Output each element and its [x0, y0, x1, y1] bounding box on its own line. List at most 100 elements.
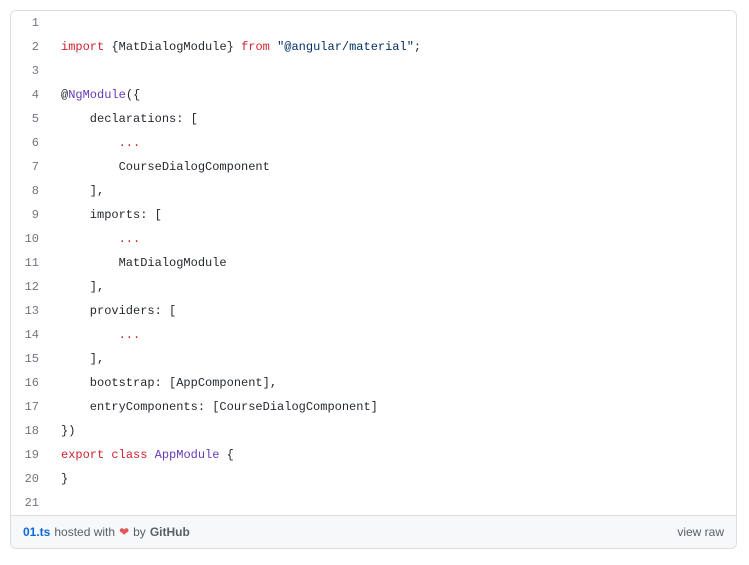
gist-container: 12import {MatDialogModule} from "@angula… [10, 10, 737, 549]
code-token [61, 136, 119, 150]
code-token: } [61, 472, 68, 486]
hosted-text: hosted with [54, 525, 115, 539]
line-number[interactable]: 7 [11, 155, 49, 179]
code-line: 14 ... [11, 323, 736, 347]
code-line: 1 [11, 11, 736, 35]
line-content: ], [49, 179, 104, 203]
line-number[interactable]: 13 [11, 299, 49, 323]
code-token [61, 328, 119, 342]
line-content: MatDialogModule [49, 251, 227, 275]
heart-icon: ❤ [119, 525, 129, 539]
line-content: @NgModule({ [49, 83, 140, 107]
code-token: ; [414, 40, 421, 54]
line-content: ], [49, 347, 104, 371]
line-number[interactable]: 3 [11, 59, 49, 83]
code-token: ... [119, 136, 141, 150]
code-line: 21 [11, 491, 736, 515]
line-content: import {MatDialogModule} from "@angular/… [49, 35, 421, 59]
code-token: MatDialogModule [119, 40, 227, 54]
code-line: 13 providers: [ [11, 299, 736, 323]
line-content [49, 491, 61, 495]
line-content: ... [49, 131, 140, 155]
github-link[interactable]: GitHub [150, 525, 190, 539]
code-line: 15 ], [11, 347, 736, 371]
line-number[interactable]: 10 [11, 227, 49, 251]
gist-footer: 01.ts hosted with ❤ by GitHub view raw [11, 515, 736, 548]
line-number[interactable]: 2 [11, 35, 49, 59]
code-token: ], [61, 280, 104, 294]
line-number[interactable]: 1 [11, 11, 49, 35]
code-token: NgModule [68, 88, 126, 102]
code-token [270, 40, 277, 54]
code-line: 2import {MatDialogModule} from "@angular… [11, 35, 736, 59]
code-token: bootstrap: [AppComponent], [61, 376, 277, 390]
view-raw-link[interactable]: view raw [677, 525, 724, 539]
line-content: } [49, 467, 68, 491]
by-text: by [133, 525, 146, 539]
line-number[interactable]: 18 [11, 419, 49, 443]
line-content [49, 59, 61, 63]
code-token: providers: [ [61, 304, 176, 318]
line-number[interactable]: 11 [11, 251, 49, 275]
line-content: bootstrap: [AppComponent], [49, 371, 277, 395]
line-number[interactable]: 19 [11, 443, 49, 467]
line-number[interactable]: 4 [11, 83, 49, 107]
code-token: ... [119, 328, 141, 342]
code-token: entryComponents: [CourseDialogComponent] [61, 400, 378, 414]
code-token: ], [61, 184, 104, 198]
code-line: 4@NgModule({ [11, 83, 736, 107]
code-token [147, 448, 154, 462]
code-line: 9 imports: [ [11, 203, 736, 227]
footer-left: 01.ts hosted with ❤ by GitHub [23, 525, 190, 539]
code-token: { [104, 40, 118, 54]
code-token: } [227, 40, 241, 54]
code-line: 17 entryComponents: [CourseDialogCompone… [11, 395, 736, 419]
code-line: 7 CourseDialogComponent [11, 155, 736, 179]
code-token: ... [119, 232, 141, 246]
code-token: imports: [ [61, 208, 162, 222]
line-number[interactable]: 21 [11, 491, 49, 515]
line-number[interactable]: 9 [11, 203, 49, 227]
line-number[interactable]: 14 [11, 323, 49, 347]
line-content: imports: [ [49, 203, 162, 227]
code-token [61, 232, 119, 246]
code-line: 3 [11, 59, 736, 83]
code-token: declarations: [ [61, 112, 198, 126]
line-content: ... [49, 227, 140, 251]
code-line: 8 ], [11, 179, 736, 203]
code-line: 18}) [11, 419, 736, 443]
line-content: providers: [ [49, 299, 176, 323]
code-line: 19export class AppModule { [11, 443, 736, 467]
code-token: }) [61, 424, 75, 438]
code-token: "@angular/material" [277, 40, 414, 54]
code-line: 12 ], [11, 275, 736, 299]
line-number[interactable]: 15 [11, 347, 49, 371]
code-line: 5 declarations: [ [11, 107, 736, 131]
line-content: export class AppModule { [49, 443, 234, 467]
line-content: }) [49, 419, 75, 443]
code-area: 12import {MatDialogModule} from "@angula… [11, 11, 736, 515]
code-token: { [219, 448, 233, 462]
code-line: 10 ... [11, 227, 736, 251]
code-line: 6 ... [11, 131, 736, 155]
line-number[interactable]: 20 [11, 467, 49, 491]
line-content: ], [49, 275, 104, 299]
code-token: class [111, 448, 147, 462]
code-line: 16 bootstrap: [AppComponent], [11, 371, 736, 395]
line-number[interactable]: 5 [11, 107, 49, 131]
line-content: entryComponents: [CourseDialogComponent] [49, 395, 378, 419]
line-content: ... [49, 323, 140, 347]
code-line: 11 MatDialogModule [11, 251, 736, 275]
line-number[interactable]: 8 [11, 179, 49, 203]
code-token: AppModule [155, 448, 220, 462]
filename-link[interactable]: 01.ts [23, 525, 50, 539]
line-number[interactable]: 16 [11, 371, 49, 395]
line-content [49, 11, 61, 15]
code-token: MatDialogModule [61, 256, 227, 270]
code-line: 20} [11, 467, 736, 491]
line-number[interactable]: 12 [11, 275, 49, 299]
code-token: export [61, 448, 104, 462]
code-token: ], [61, 352, 104, 366]
line-number[interactable]: 6 [11, 131, 49, 155]
line-number[interactable]: 17 [11, 395, 49, 419]
